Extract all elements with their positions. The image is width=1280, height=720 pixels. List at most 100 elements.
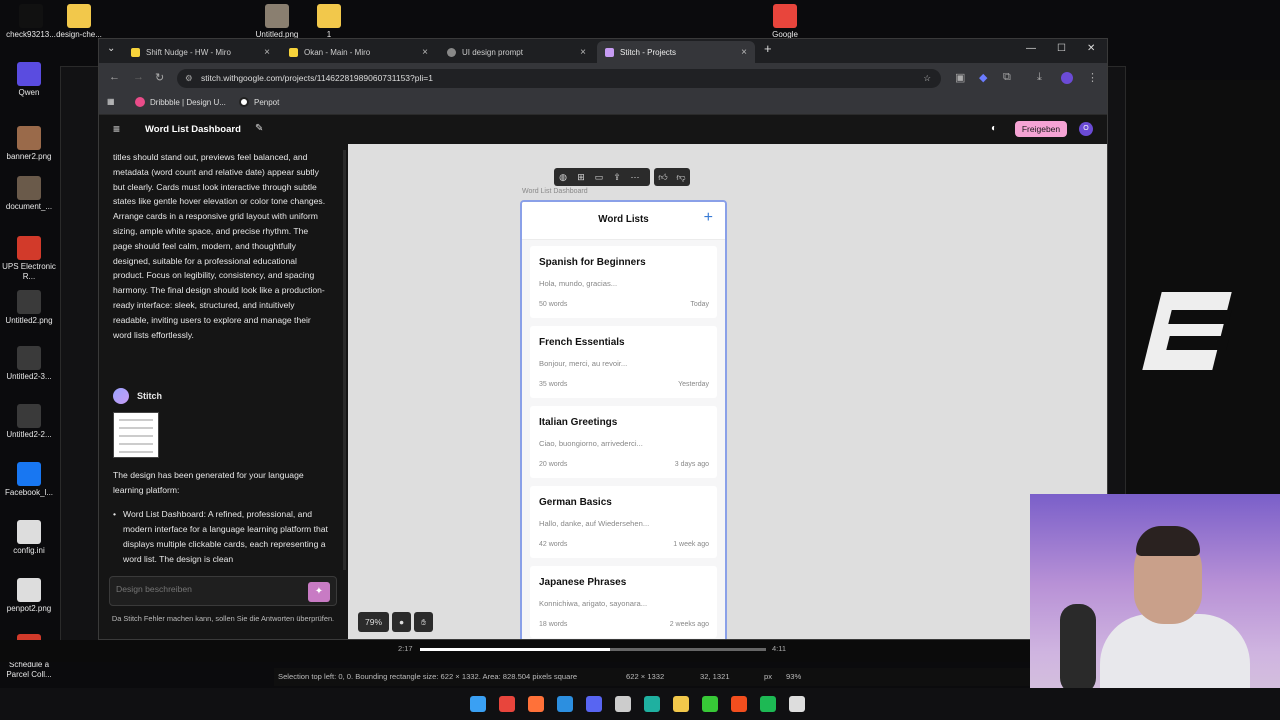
file-icon bbox=[17, 404, 41, 428]
hand-tool-icon[interactable]: ✋︎ bbox=[414, 612, 434, 632]
export-icon[interactable]: ⇪ bbox=[608, 168, 626, 186]
start-icon[interactable] bbox=[470, 696, 486, 712]
forward-icon[interactable]: → bbox=[133, 71, 144, 83]
file-icon bbox=[17, 462, 41, 486]
star-icon[interactable]: ☆ bbox=[923, 69, 931, 88]
close-icon[interactable]: × bbox=[422, 47, 428, 58]
download-icon[interactable]: ⤓ bbox=[1037, 71, 1042, 84]
card-preview: Bonjour, merci, au revoir... bbox=[539, 359, 628, 368]
close-icon[interactable]: × bbox=[741, 47, 747, 58]
desktop-icon[interactable]: document_... bbox=[0, 176, 58, 212]
minimize-icon[interactable]: — bbox=[1026, 43, 1036, 54]
back-icon[interactable]: ← bbox=[109, 71, 120, 83]
card-date: 1 week ago bbox=[673, 541, 709, 548]
maximize-icon[interactable]: ☐ bbox=[1057, 43, 1066, 54]
tab-shift-nudge[interactable]: Shift Nudge - HW - Miro × bbox=[123, 41, 278, 63]
desktop-icon[interactable]: 1 bbox=[300, 4, 358, 40]
desktop-icon[interactable]: penpot2.png bbox=[0, 578, 58, 614]
extensions-puzzle-icon[interactable]: ⧉ bbox=[1003, 71, 1011, 84]
hamburger-menu-icon[interactable]: ≡ bbox=[113, 122, 120, 136]
tab-okan-main[interactable]: Okan - Main - Miro × bbox=[281, 41, 436, 63]
firefox-icon[interactable] bbox=[528, 696, 544, 712]
tab-search-icon[interactable]: ⌄ bbox=[107, 43, 115, 54]
thumbs-up-icon[interactable]: 👍︎ bbox=[654, 168, 672, 186]
close-icon[interactable]: × bbox=[580, 47, 586, 58]
files-icon[interactable] bbox=[673, 696, 689, 712]
extension-icon[interactable]: ▣ bbox=[955, 71, 965, 84]
address-bar[interactable]: ⚙ stitch.withgoogle.com/projects/1146228… bbox=[177, 69, 941, 88]
edge-icon[interactable] bbox=[644, 696, 660, 712]
new-tab-icon[interactable]: + bbox=[764, 41, 772, 56]
close-window-icon[interactable]: ✕ bbox=[1087, 43, 1095, 54]
design-canvas[interactable]: ◍ ⊞ ▭ ⇪ ⋯ 👍︎ 👎︎ Word List Dashboard Word… bbox=[348, 144, 1107, 639]
vscode-icon[interactable] bbox=[557, 696, 573, 712]
chrome-icon[interactable] bbox=[499, 696, 515, 712]
video-progress[interactable] bbox=[420, 648, 766, 651]
card-preview: Konnichiwa, arigato, sayonara... bbox=[539, 599, 648, 608]
word-list-card[interactable]: German Basics Hallo, danke, auf Wiederse… bbox=[530, 486, 717, 558]
winamp-icon[interactable] bbox=[702, 696, 718, 712]
figma-icon[interactable] bbox=[731, 696, 747, 712]
tab-ui-design-prompt[interactable]: UI design prompt × bbox=[439, 41, 594, 63]
more-icon[interactable]: ⋯ bbox=[626, 168, 644, 186]
background-logo-cut bbox=[1168, 310, 1232, 324]
palette-icon[interactable]: ◍ bbox=[554, 168, 572, 186]
add-list-icon[interactable]: + bbox=[704, 209, 713, 227]
profile-avatar[interactable] bbox=[1061, 72, 1073, 84]
word-list-screen[interactable]: Word Lists + Spanish for Beginners Hola,… bbox=[520, 200, 727, 639]
desktop-icon[interactable]: Untitled.png bbox=[248, 4, 306, 40]
close-icon[interactable]: × bbox=[264, 47, 270, 58]
desktop-icon[interactable]: Untitled2-2... bbox=[0, 404, 58, 440]
theme-toggle-icon[interactable]: ◐ bbox=[991, 123, 997, 134]
desktop-icon[interactable]: Untitled2-3... bbox=[0, 346, 58, 382]
spotify-icon[interactable] bbox=[760, 696, 776, 712]
zoom-percent: 93% bbox=[786, 672, 802, 681]
desktop-icon[interactable]: UPS Electronic R... bbox=[0, 236, 58, 282]
bookmark-dribbble[interactable]: Dribbble | Design U... bbox=[135, 97, 226, 107]
bookmark-penpot[interactable]: Penpot bbox=[239, 97, 279, 107]
tab-label: Stitch - Projects bbox=[620, 47, 677, 57]
extension-icon[interactable]: ◆ bbox=[979, 71, 987, 84]
desktop-icon[interactable]: config.ini bbox=[0, 520, 58, 556]
project-title: Word List Dashboard bbox=[145, 124, 241, 135]
word-list-card[interactable]: Japanese Phrases Konnichiwa, arigato, sa… bbox=[530, 566, 717, 638]
word-list-card[interactable]: French Essentials Bonjour, merci, au rev… bbox=[530, 326, 717, 398]
desktop-icon[interactable]: Qwen bbox=[0, 62, 58, 98]
desktop-icon[interactable]: Untitled2.png bbox=[0, 290, 58, 326]
user-avatar[interactable]: O bbox=[1079, 122, 1093, 136]
desktop-background bbox=[1105, 80, 1280, 500]
design-prompt-input[interactable] bbox=[116, 584, 296, 594]
site-info-icon[interactable]: ⚙ bbox=[185, 69, 193, 88]
discord-icon[interactable] bbox=[586, 696, 602, 712]
desktop-icon[interactable]: banner2.png bbox=[0, 126, 58, 162]
obs-icon[interactable] bbox=[615, 696, 631, 712]
card-date: Yesterday bbox=[678, 381, 709, 388]
edit-pencil-icon[interactable]: ✎ bbox=[255, 123, 263, 134]
card-preview: Ciao, buongiorno, arrivederci... bbox=[539, 439, 643, 448]
generate-button[interactable]: ✦ bbox=[308, 582, 330, 602]
devices-icon[interactable]: ▭ bbox=[590, 168, 608, 186]
apps-icon[interactable]: ▦ bbox=[107, 97, 115, 106]
desktop-icon[interactable]: Google bbox=[756, 4, 814, 40]
thumbs-down-icon[interactable]: 👎︎ bbox=[672, 168, 690, 186]
stitch-icon bbox=[605, 47, 614, 57]
card-date: 3 days ago bbox=[674, 461, 709, 468]
chat-scrollbar[interactable] bbox=[343, 150, 346, 570]
file-icon bbox=[265, 4, 289, 28]
word-list-card[interactable]: Spanish for Beginners Hola, mundo, graci… bbox=[530, 246, 717, 318]
desktop-icon[interactable]: design-che... bbox=[50, 4, 108, 40]
file-icon bbox=[773, 4, 797, 28]
select-tool-icon[interactable]: ● bbox=[392, 612, 412, 632]
menu-icon[interactable]: ⋮ bbox=[1087, 71, 1098, 84]
reload-icon[interactable]: ↻ bbox=[155, 71, 164, 84]
share-button[interactable]: Freigeben bbox=[1015, 121, 1067, 137]
paint-icon[interactable] bbox=[789, 696, 805, 712]
desktop-icon-label: penpot2.png bbox=[6, 604, 52, 613]
word-list-card[interactable]: Italian Greetings Ciao, buongiorno, arri… bbox=[530, 406, 717, 478]
design-thumbnail[interactable] bbox=[113, 412, 159, 458]
zoom-level[interactable]: 79% bbox=[358, 612, 390, 632]
variant-icon[interactable]: ⊞ bbox=[572, 168, 590, 186]
tab-stitch-projects[interactable]: Stitch - Projects × bbox=[597, 41, 755, 63]
desktop-icon[interactable]: Facebook_l... bbox=[0, 462, 58, 498]
card-title: French Essentials bbox=[539, 337, 625, 348]
